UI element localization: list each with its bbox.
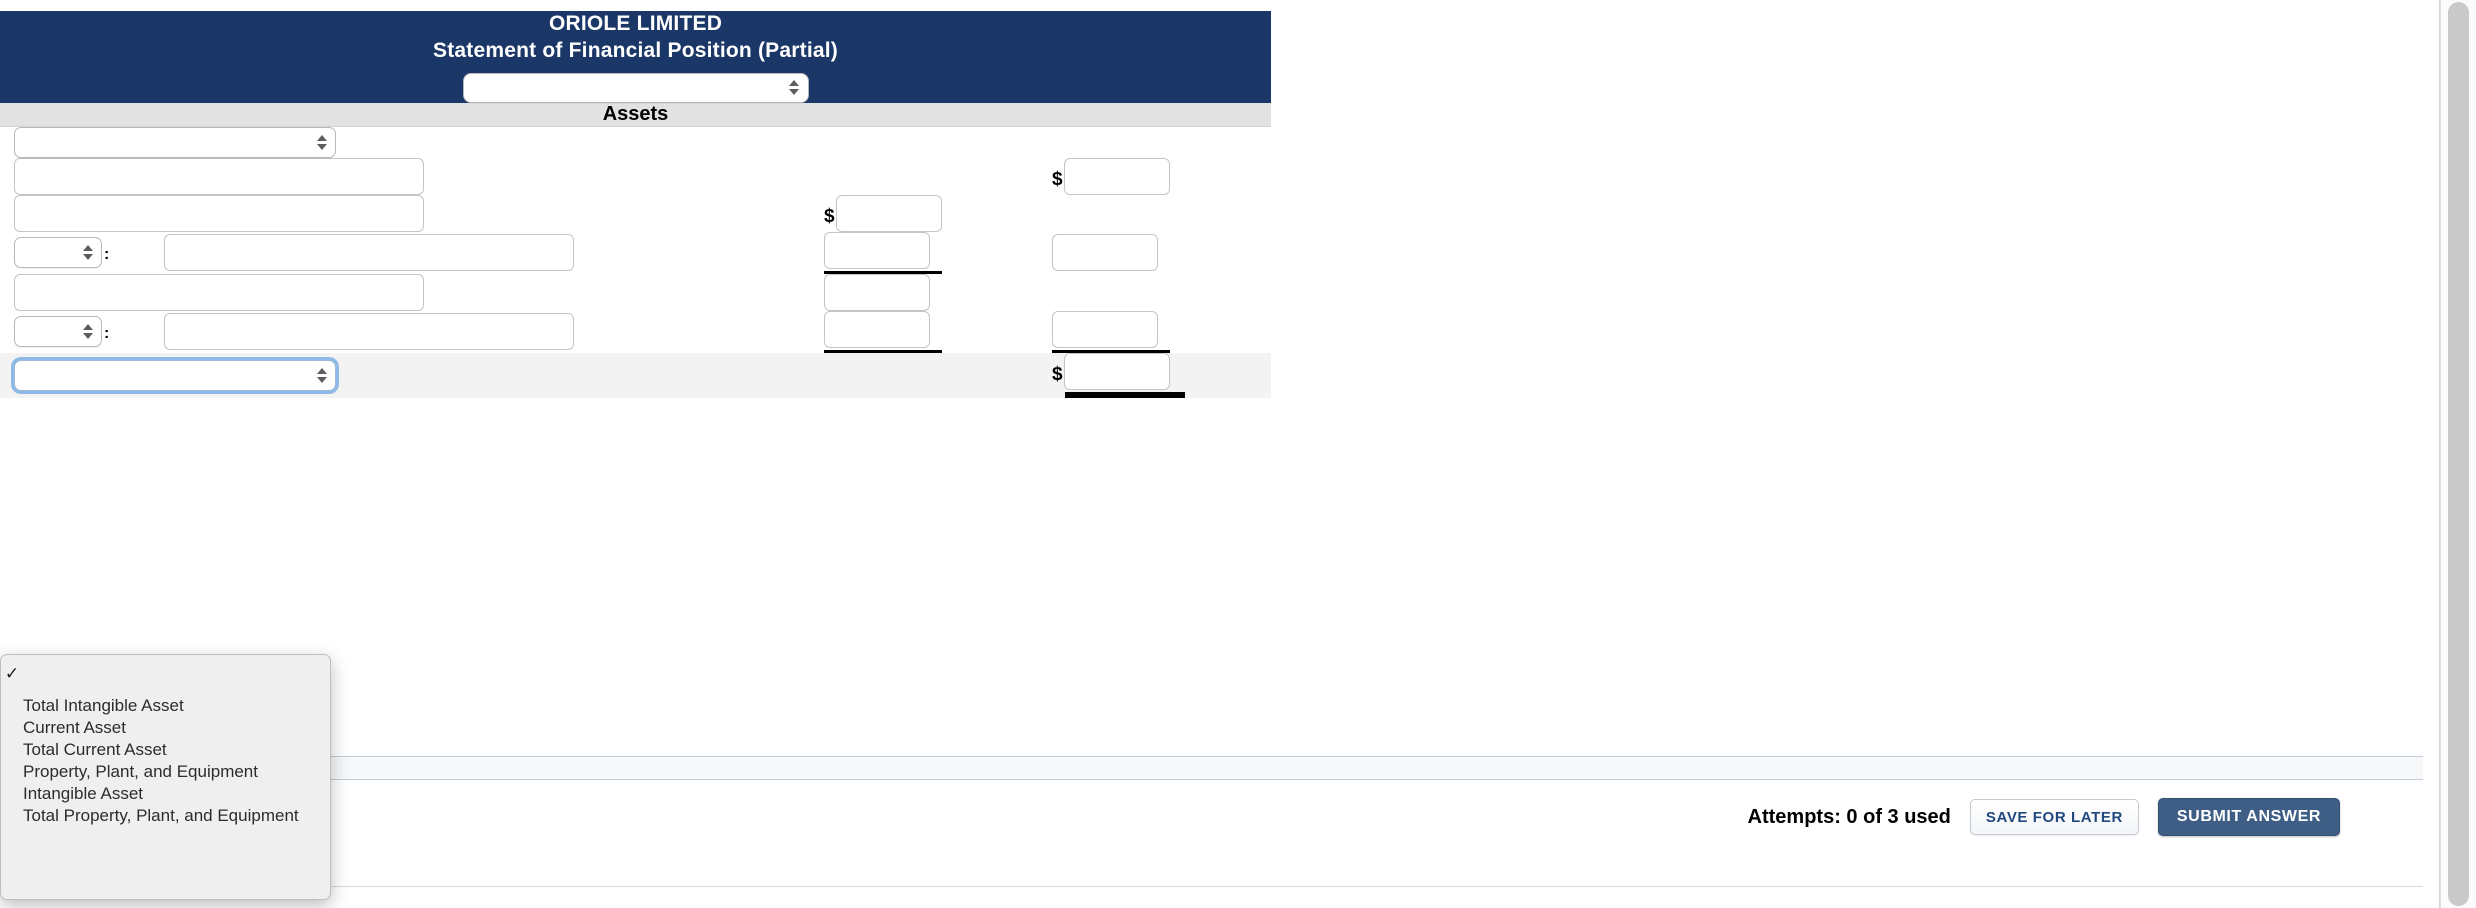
footer-action-bar: Attempts: 0 of 3 used SAVE FOR LATER SUB… xyxy=(0,788,2423,858)
row1-category-select[interactable]: Total Intangible AssetCurrent AssetTotal… xyxy=(14,126,336,158)
table-row: $ xyxy=(0,157,1271,195)
row4-category-cell: Total Intangible AssetCurrent AssetTotal… xyxy=(14,232,164,274)
row6-amount-mid-input[interactable] xyxy=(824,310,930,348)
row3-description-input[interactable] xyxy=(14,194,424,232)
row5-amount-mid-input[interactable] xyxy=(824,273,930,311)
dropdown-item-blank-selected[interactable]: ✓ xyxy=(1,661,330,687)
category-dropdown-menu[interactable]: ✓ Total Intangible Asset Current Asset T… xyxy=(0,654,331,900)
row5-amount-right-cell xyxy=(1052,274,1271,311)
dropdown-item-property-plant-equipment[interactable]: Property, Plant, and Equipment xyxy=(1,761,330,783)
dollar-sign: $ xyxy=(1052,169,1063,191)
table-row: Total Intangible AssetCurrent AssetTotal… xyxy=(0,231,1271,274)
company-name: ORIOLE LIMITED xyxy=(548,12,723,35)
row2-spacer xyxy=(0,158,14,195)
assets-section-title: Assets xyxy=(0,102,1272,127)
row7-double-underline xyxy=(1065,391,1185,398)
row6-description-input[interactable] xyxy=(164,313,574,351)
row5-description-input[interactable] xyxy=(14,273,424,311)
table-row: Total Intangible AssetCurrent AssetTotal… xyxy=(0,310,1271,353)
row4-amount-mid-input[interactable] xyxy=(824,231,930,269)
row3-amount-right-cell xyxy=(1052,195,1271,232)
statement-header-band: ORIOLE LIMITED Statement of Financial Po… xyxy=(0,11,1272,103)
statement-title: Statement of Financial Position (Partial… xyxy=(433,39,838,63)
dropdown-item-total-current-asset[interactable]: Total Current Asset xyxy=(1,739,330,761)
section-divider-strip xyxy=(0,756,2423,780)
row2-description-cell xyxy=(14,157,824,195)
table-row: Total Intangible AssetCurrent AssetTotal… xyxy=(0,126,1271,158)
page-scrollbar-thumb[interactable] xyxy=(2448,2,2469,906)
row4-spacer xyxy=(0,232,14,274)
dollar-sign: $ xyxy=(824,206,835,228)
dropdown-gap xyxy=(1,687,330,695)
assets-section-row: Assets xyxy=(0,102,1272,127)
row6-select-container[interactable]: Total Intangible AssetCurrent AssetTotal… xyxy=(14,316,102,348)
row3-spacer xyxy=(0,195,14,232)
row6-category-select[interactable]: Total Intangible AssetCurrent AssetTotal… xyxy=(14,316,102,348)
dropdown-item-total-intangible-asset[interactable]: Total Intangible Asset xyxy=(1,695,330,717)
statement-header-row: ORIOLE LIMITED Statement of Financial Po… xyxy=(0,11,1272,103)
row6-description-cell xyxy=(164,311,824,353)
row7-amount-right-cell: $ xyxy=(1052,352,1272,398)
row6-category-cell: Total Intangible AssetCurrent AssetTotal… xyxy=(14,311,164,353)
row2-description-input[interactable] xyxy=(14,157,424,195)
row7-category-select[interactable]: Total Intangible AssetCurrent AssetTotal… xyxy=(14,359,336,391)
row7-category-cell: Total Intangible AssetCurrent AssetTotal… xyxy=(14,352,824,398)
period-select-container[interactable]: Total Intangible AssetCurrent AssetTotal… xyxy=(462,72,809,103)
table-row xyxy=(0,273,1271,311)
row7-total-input[interactable] xyxy=(1063,352,1170,390)
row6-spacer xyxy=(0,311,14,353)
period-select-wrap: Total Intangible AssetCurrent AssetTotal… xyxy=(0,72,1271,103)
row6-amount-right-input[interactable] xyxy=(1052,310,1158,348)
row4-description-cell xyxy=(164,232,824,274)
page-scrollbar-track[interactable] xyxy=(2440,0,2476,908)
row1-amount-right-cell xyxy=(1052,126,1271,158)
row4-amount-mid-cell xyxy=(824,231,1052,274)
row6-separator: : xyxy=(104,324,110,342)
row2-amount-right-input[interactable] xyxy=(1063,157,1170,195)
check-icon: ✓ xyxy=(4,664,20,683)
row3-amount-mid-input[interactable] xyxy=(835,194,942,232)
row4-category-select[interactable]: Total Intangible AssetCurrent AssetTotal… xyxy=(14,237,102,269)
row6-amount-mid-cell xyxy=(824,310,1052,353)
footer-bottom-rule xyxy=(0,886,2423,887)
row1-amount-mid-cell xyxy=(824,126,1052,158)
row2-amount-right-cell: $ xyxy=(1052,157,1271,195)
row1-spacer xyxy=(0,126,14,158)
attempts-counter: Attempts: 0 of 3 used xyxy=(1747,805,1951,828)
row2-amount-mid-cell xyxy=(824,158,1052,195)
row3-description-cell xyxy=(14,194,824,232)
save-for-later-button[interactable]: SAVE FOR LATER xyxy=(1969,799,2139,835)
row6-amount-right-cell xyxy=(1052,310,1271,353)
dropdown-item-current-asset[interactable]: Current Asset xyxy=(1,717,330,739)
row1-select-container[interactable]: Total Intangible AssetCurrent AssetTotal… xyxy=(14,126,336,158)
financial-statement-table: ORIOLE LIMITED Statement of Financial Po… xyxy=(0,11,1272,398)
submit-answer-button[interactable]: SUBMIT ANSWER xyxy=(2157,798,2340,836)
row1-category-cell: Total Intangible AssetCurrent AssetTotal… xyxy=(14,126,824,158)
dropdown-item-total-property-plant-equipment[interactable]: Total Property, Plant, and Equipment xyxy=(1,805,330,827)
screen-root: ORIOLE LIMITED Statement of Financial Po… xyxy=(0,0,2476,908)
table-row-total: Total Intangible AssetCurrent AssetTotal… xyxy=(0,352,1272,398)
row5-description-cell xyxy=(14,273,824,311)
row7-select-container[interactable]: Total Intangible AssetCurrent AssetTotal… xyxy=(14,359,336,391)
page-frame: ORIOLE LIMITED Statement of Financial Po… xyxy=(0,0,2440,908)
table-row: $ xyxy=(0,194,1271,232)
period-select[interactable]: Total Intangible AssetCurrent AssetTotal… xyxy=(462,72,809,103)
row5-amount-mid-cell xyxy=(824,273,1052,311)
row5-spacer xyxy=(0,274,14,311)
row7-amount-mid-cell xyxy=(824,352,1052,398)
dropdown-item-intangible-asset[interactable]: Intangible Asset xyxy=(1,783,330,805)
dollar-sign: $ xyxy=(1052,364,1063,386)
row4-description-input[interactable] xyxy=(164,234,574,272)
row4-separator: : xyxy=(104,245,110,263)
row7-spacer xyxy=(0,352,14,398)
footer-controls: Attempts: 0 of 3 used SAVE FOR LATER SUB… xyxy=(1748,798,2340,836)
row4-amount-right-input[interactable] xyxy=(1052,234,1158,272)
row4-select-container[interactable]: Total Intangible AssetCurrent AssetTotal… xyxy=(14,237,102,269)
row3-amount-mid-cell: $ xyxy=(824,194,1052,232)
row4-amount-right-cell xyxy=(1052,232,1271,274)
